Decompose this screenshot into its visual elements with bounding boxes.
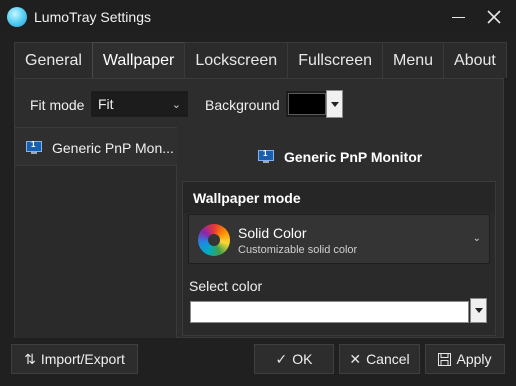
monitor-icon: 1 (26, 140, 42, 154)
import-export-label: Import/Export (40, 351, 125, 367)
background-color-dropdown[interactable] (326, 90, 343, 118)
ok-label: OK (292, 351, 313, 367)
minimize-icon (451, 16, 465, 18)
dropdown-arrow-icon (474, 308, 483, 313)
cross-icon: ✕ (349, 350, 362, 367)
tab-bar: General Wallpaper Lockscreen Fullscreen … (14, 42, 507, 79)
save-icon (438, 352, 452, 366)
fit-mode-select[interactable]: Fit ⌄ (90, 90, 189, 118)
swap-icon: ⇅ (24, 350, 36, 367)
fit-mode-label: Fit mode (30, 97, 85, 113)
tab-about[interactable]: About (443, 42, 507, 78)
tab-menu[interactable]: Menu (382, 42, 445, 78)
tab-fullscreen[interactable]: Fullscreen (287, 42, 383, 78)
cancel-button[interactable]: ✕ Cancel (339, 344, 420, 374)
ok-button[interactable]: ✓ OK (254, 344, 334, 374)
tab-general[interactable]: General (14, 42, 93, 78)
tab-wallpaper[interactable]: Wallpaper (91, 42, 186, 79)
check-icon: ✓ (275, 350, 288, 367)
select-color-swatch[interactable] (190, 301, 469, 323)
app-icon (7, 7, 27, 27)
fit-mode-value: Fit (98, 96, 114, 112)
monitor-list: 1 Generic PnP Mon... (15, 127, 177, 338)
close-icon (487, 10, 501, 24)
background-color-swatch (288, 93, 326, 115)
close-button[interactable] (474, 0, 514, 34)
wallpaper-mode-group: Wallpaper mode Solid Color Customizable … (182, 181, 496, 336)
tab-lockscreen[interactable]: Lockscreen (184, 42, 289, 78)
background-color-picker[interactable] (285, 90, 344, 118)
apply-button[interactable]: Apply (425, 344, 505, 374)
window-title: LumoTray Settings (34, 9, 151, 25)
background-label: Background (205, 97, 280, 113)
monitor-list-item-label: Generic PnP Mon... (52, 140, 174, 156)
wallpaper-mode-name: Solid Color (238, 225, 307, 241)
chevron-down-icon: ⌄ (472, 233, 481, 244)
monitor-list-item[interactable]: 1 Generic PnP Mon... (15, 128, 177, 166)
cancel-label: Cancel (366, 351, 410, 367)
minimize-button[interactable] (438, 0, 478, 34)
color-wheel-icon (198, 224, 230, 256)
import-export-button[interactable]: ⇅ Import/Export (11, 344, 138, 374)
select-color-dropdown[interactable] (470, 298, 487, 323)
wallpaper-mode-select[interactable]: Solid Color Customizable solid color ⌄ (188, 214, 490, 264)
title-bar: LumoTray Settings (0, 0, 516, 34)
monitor-icon: 1 (258, 149, 274, 163)
selected-monitor-title: Generic PnP Monitor (284, 149, 423, 165)
dropdown-arrow-icon (330, 101, 339, 107)
chevron-down-icon: ⌄ (171, 99, 181, 111)
apply-label: Apply (456, 351, 492, 367)
select-color-label: Select color (189, 278, 263, 294)
wallpaper-mode-header: Wallpaper mode (183, 182, 495, 213)
wallpaper-mode-description: Customizable solid color (238, 244, 358, 256)
